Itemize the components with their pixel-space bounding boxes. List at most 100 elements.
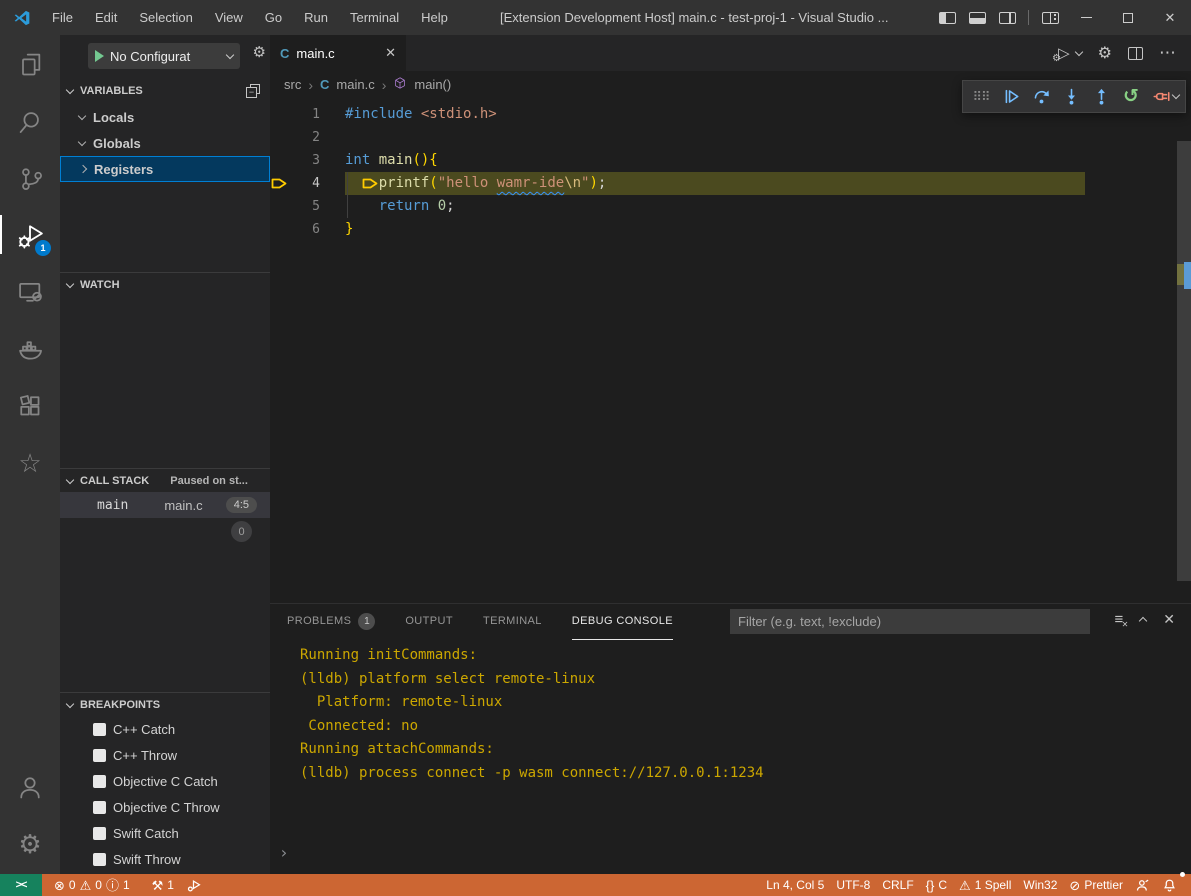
call-stack-frame-row[interactable]: main main.c 4:5 (60, 492, 270, 518)
breadcrumb-src[interactable]: src (284, 77, 301, 92)
customize-layout-button[interactable] (1035, 0, 1065, 35)
minimize-button[interactable] (1065, 0, 1107, 35)
breakpoint-item[interactable]: Swift Catch (60, 820, 270, 846)
close-window-button[interactable]: ✕ (1149, 0, 1191, 35)
collapse-all-icon[interactable] (246, 84, 260, 98)
toggle-sidebar-right-button[interactable] (992, 0, 1022, 35)
variables-item-globals[interactable]: Globals (60, 130, 270, 156)
open-launch-json-button[interactable]: ⚙ (253, 45, 266, 60)
breakpoint-gutter[interactable] (270, 149, 298, 172)
breakpoint-item[interactable]: Objective C Throw (60, 794, 270, 820)
close-tab-icon[interactable]: ✕ (385, 45, 396, 61)
toggle-sidebar-left-button[interactable] (932, 0, 962, 35)
tab-terminal[interactable]: TERMINAL (483, 604, 542, 640)
step-over-button[interactable] (1029, 84, 1053, 110)
clear-console-icon[interactable]: ≡✕ (1115, 612, 1124, 627)
sidebar-item-docker[interactable] (0, 320, 60, 377)
console-prompt-icon[interactable]: › (279, 843, 289, 862)
code-line[interactable]: 4 printf("hello wamr-ide\n"); (270, 172, 1177, 195)
variables-item-locals[interactable]: Locals (60, 104, 270, 130)
menu-file[interactable]: File (41, 0, 84, 35)
line-number[interactable]: 6 (298, 218, 320, 241)
code-editor[interactable]: 1#include <stdio.h>23int main(){4 printf… (270, 103, 1177, 603)
remote-indicator[interactable]: >< (0, 874, 42, 896)
tab-main-c[interactable]: C main.c ✕ (270, 35, 406, 71)
toggle-panel-button[interactable] (962, 0, 992, 35)
breakpoint-item[interactable]: C++ Catch (60, 716, 270, 742)
line-number[interactable]: 5 (298, 195, 320, 218)
watch-section-header[interactable]: WATCH (60, 274, 270, 296)
chevron-down-icon[interactable] (1074, 47, 1082, 55)
sidebar-item-favorites[interactable]: ☆ (0, 434, 60, 491)
spell-checker-status[interactable]: ⚠ 1 Spell (953, 874, 1017, 896)
line-number[interactable]: 4 (298, 172, 320, 195)
line-number[interactable]: 1 (298, 103, 320, 126)
disconnect-button[interactable] (1149, 84, 1173, 110)
variables-section-header[interactable]: VARIABLES (60, 80, 270, 102)
continue-button[interactable] (999, 84, 1023, 110)
breakpoint-checkbox[interactable] (93, 775, 106, 788)
settings-gear-button[interactable]: ⚙ (1098, 43, 1112, 63)
menu-view[interactable]: View (204, 0, 254, 35)
debug-configuration-dropdown[interactable]: No Configurat (88, 43, 240, 69)
breakpoint-item[interactable]: C++ Throw (60, 742, 270, 768)
sidebar-item-extensions[interactable] (0, 377, 60, 434)
problems-status[interactable]: ⊗ 0 ⚠ 0 ⓘ 1 (48, 874, 136, 896)
breadcrumb-file[interactable]: main.c (336, 77, 374, 92)
breakpoints-section-header[interactable]: BREAKPOINTS (60, 694, 270, 716)
step-out-button[interactable] (1089, 84, 1113, 110)
scrollbar-slider[interactable] (1177, 141, 1191, 581)
split-editor-button[interactable] (1128, 47, 1143, 60)
maximize-button[interactable] (1107, 0, 1149, 35)
drag-handle-icon[interactable]: ⠿⠿ (969, 84, 993, 110)
breakpoint-checkbox[interactable] (93, 853, 106, 866)
step-into-button[interactable] (1059, 84, 1083, 110)
language-mode[interactable]: {} C (920, 874, 953, 896)
breakpoint-item[interactable]: Objective C Catch (60, 768, 270, 794)
notifications-bell[interactable] (1156, 874, 1183, 896)
start-debug-icon[interactable] (95, 50, 104, 62)
breakpoint-item[interactable]: Swift Throw (60, 846, 270, 872)
prettier-status[interactable]: ⊘ Prettier (1063, 874, 1129, 896)
manage-settings-button[interactable]: ⚙ (0, 815, 60, 872)
menu-selection[interactable]: Selection (128, 0, 203, 35)
breakpoint-gutter[interactable] (270, 218, 298, 241)
tab-debug-console[interactable]: DEBUG CONSOLE (572, 604, 673, 640)
tab-output[interactable]: OUTPUT (405, 604, 453, 640)
maximize-panel-icon[interactable] (1139, 617, 1147, 625)
variables-item-registers[interactable]: Registers (60, 156, 270, 182)
call-stack-section-header[interactable]: CALL STACK Paused on st... (60, 470, 270, 492)
eol-indicator[interactable]: CRLF (876, 874, 919, 896)
breakpoint-gutter[interactable] (270, 126, 298, 149)
breakpoint-checkbox[interactable] (93, 827, 106, 840)
breakpoint-checkbox[interactable] (93, 749, 106, 762)
breakpoint-checkbox[interactable] (93, 723, 106, 736)
breadcrumb-symbol[interactable]: main() (414, 77, 451, 92)
sidebar-item-remote-explorer[interactable] (0, 263, 60, 320)
toolchain-status[interactable]: ⚒ 1 (146, 874, 180, 896)
close-panel-icon[interactable]: ✕ (1163, 611, 1175, 628)
tab-problems[interactable]: PROBLEMS 1 (287, 604, 375, 640)
menu-help[interactable]: Help (410, 0, 459, 35)
sidebar-item-source-control[interactable] (0, 149, 60, 206)
sidebar-item-search[interactable] (0, 92, 60, 149)
more-actions-button[interactable]: ⋯ (1159, 43, 1177, 63)
sidebar-item-run-and-debug[interactable]: 1 (0, 206, 60, 263)
editor-scrollbar[interactable] (1177, 71, 1191, 603)
accounts-button[interactable] (0, 758, 60, 815)
console-filter-input[interactable] (730, 609, 1090, 634)
menu-run[interactable]: Run (293, 0, 339, 35)
restart-button[interactable]: ↺ (1119, 84, 1143, 110)
code-line[interactable]: 2 (270, 126, 1177, 149)
menu-go[interactable]: Go (254, 0, 293, 35)
encoding-indicator[interactable]: UTF-8 (830, 874, 876, 896)
platform-indicator[interactable]: Win32 (1017, 874, 1063, 896)
menu-terminal[interactable]: Terminal (339, 0, 410, 35)
cursor-position[interactable]: Ln 4, Col 5 (760, 874, 830, 896)
breakpoint-checkbox[interactable] (93, 801, 106, 814)
feedback-button[interactable] (1129, 874, 1156, 896)
line-number[interactable]: 3 (298, 149, 320, 172)
code-line[interactable]: 5 return 0; (270, 195, 1177, 218)
sidebar-item-explorer[interactable] (0, 35, 60, 92)
debug-status-icon[interactable] (180, 874, 207, 896)
